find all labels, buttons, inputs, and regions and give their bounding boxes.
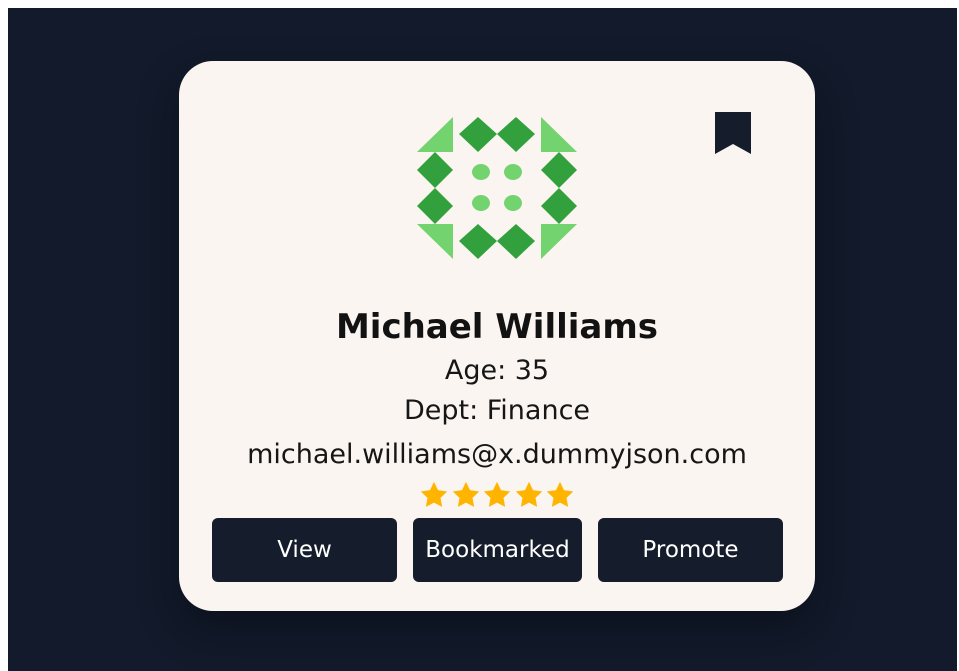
user-age: Age: 35	[444, 355, 550, 386]
star-icon	[515, 481, 542, 507]
card-actions: View Bookmarked Promote	[212, 518, 783, 582]
star-icon	[546, 481, 574, 507]
promote-button[interactable]: Promote	[598, 518, 783, 582]
bookmarked-button[interactable]: Bookmarked	[413, 518, 582, 582]
star-icon	[483, 481, 511, 507]
star-icon	[452, 481, 479, 507]
app-background: Michael Williams Age: 35 Dept: Finance m…	[8, 8, 957, 671]
pattern-avatar-icon	[417, 117, 577, 259]
user-name: Michael Williams	[335, 307, 659, 347]
user-department: Dept: Finance	[403, 395, 591, 426]
user-profile-card: Michael Williams Age: 35 Dept: Finance m…	[179, 61, 815, 611]
user-email: michael.williams@x.dummyjson.com	[247, 439, 747, 470]
view-button[interactable]: View	[212, 518, 397, 582]
rating-stars	[419, 480, 575, 510]
star-icon	[420, 481, 448, 507]
bookmark-icon[interactable]	[715, 112, 751, 156]
